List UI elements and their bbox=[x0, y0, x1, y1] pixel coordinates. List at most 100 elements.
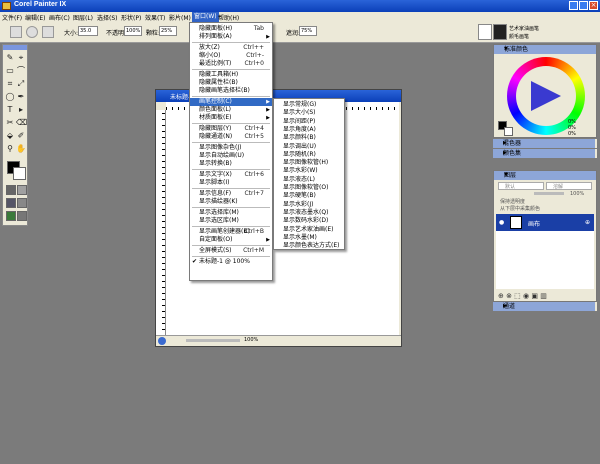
window-menu-item[interactable]: 显示脚本(I) bbox=[190, 179, 272, 187]
shape-select-icon[interactable]: ▸ bbox=[16, 105, 26, 115]
brush-submenu-item[interactable]: 显示颜色表达方式(E) bbox=[274, 242, 344, 250]
brush-submenu-item[interactable]: 显示图像软管(H) bbox=[274, 159, 344, 167]
window-menu-item[interactable]: 显示自动绘画(U) bbox=[190, 152, 272, 160]
pick-underlying-checkbox[interactable]: 从下层中采集颜色 bbox=[500, 205, 540, 212]
window-menu-item[interactable]: ✔ 未标题-1 @ 100% bbox=[190, 258, 272, 266]
clone-icon[interactable]: ✂ bbox=[5, 118, 15, 128]
window-menu-item[interactable]: 自定面板(O) ▶ bbox=[190, 236, 272, 244]
dropper-icon[interactable]: ⌖ bbox=[16, 53, 26, 63]
window-menu-item[interactable]: 隐藏图层(Y) Ctrl+4 bbox=[190, 125, 272, 133]
grabber-icon[interactable]: ✋ bbox=[16, 144, 26, 154]
window-menu-item[interactable]: 显示画笔创建器(B) Ctrl+B bbox=[190, 228, 272, 236]
brush-submenu-item[interactable]: 显示水墨(M) bbox=[274, 234, 344, 242]
paper-icon[interactable] bbox=[6, 185, 16, 195]
menu-effects[interactable]: 效果(T) bbox=[145, 13, 165, 22]
brush-variant-icon[interactable] bbox=[493, 24, 507, 40]
grain-field[interactable]: 25% bbox=[159, 26, 177, 36]
menu-select[interactable]: 选择(S) bbox=[97, 13, 118, 22]
brush-submenu-item[interactable]: 显示水彩(W) bbox=[274, 167, 344, 175]
brush-submenu-item[interactable]: 显示间距(P) bbox=[274, 118, 344, 126]
menu-file[interactable]: 文件(F) bbox=[2, 13, 22, 22]
window-menu-item[interactable]: 放大(Z) Ctrl++ bbox=[190, 44, 272, 52]
preserve-transparency-checkbox[interactable]: 保持透明度 bbox=[500, 198, 525, 205]
color-panel-header[interactable]: ▼ 标准颜色 bbox=[494, 45, 596, 54]
menu-canvas[interactable]: 画布(C) bbox=[49, 13, 70, 22]
crop-icon[interactable]: ⌗ bbox=[5, 79, 15, 89]
eyedropper-icon[interactable]: ✐ bbox=[16, 131, 26, 141]
dab-icon[interactable] bbox=[42, 26, 54, 38]
opacity-slider[interactable] bbox=[534, 192, 564, 195]
gradient-icon[interactable] bbox=[17, 185, 27, 195]
maximize-button[interactable] bbox=[579, 1, 588, 10]
saturation-triangle[interactable] bbox=[531, 81, 561, 111]
window-menu-item[interactable]: 显示转换(B) bbox=[190, 160, 272, 168]
window-menu-item[interactable]: 显示选择库(M) bbox=[190, 209, 272, 217]
window-menu-item[interactable]: 颜色面板(L) ▶ bbox=[190, 106, 272, 114]
minimize-button[interactable] bbox=[569, 1, 578, 10]
window-menu-item[interactable]: 最适比例(T) Ctrl+0 bbox=[190, 60, 272, 68]
eraser-icon[interactable]: ⌫ bbox=[16, 118, 27, 128]
additional-color-swatch[interactable] bbox=[13, 167, 26, 180]
menu-help[interactable]: 帮助(H) bbox=[218, 13, 239, 22]
window-menu-item[interactable]: 材质面板(E) ▶ bbox=[190, 114, 272, 122]
size-field[interactable]: 35.0 bbox=[78, 26, 98, 36]
menu-window[interactable]: 窗口(W) bbox=[192, 12, 219, 22]
window-menu-item[interactable]: 显示选区库(M) bbox=[190, 217, 272, 225]
brush-submenu-item[interactable]: 显示颜料(B) bbox=[274, 134, 344, 142]
brush-submenu-item[interactable]: 显示随机(R) bbox=[274, 151, 344, 159]
shape-icon[interactable]: ◯ bbox=[5, 92, 15, 102]
brush-submenu-item[interactable]: 显示液态墨水(Q) bbox=[274, 209, 344, 217]
pen-icon[interactable]: ✒ bbox=[16, 92, 26, 102]
window-menu-item[interactable]: 隐藏画笔选择栏(B) bbox=[190, 87, 272, 95]
rect-select-icon[interactable]: ▭ bbox=[5, 66, 15, 76]
brush-submenu-item[interactable]: 显示调出(U) bbox=[274, 143, 344, 151]
bucket-icon[interactable]: ⬙ bbox=[5, 131, 15, 141]
transform-icon[interactable]: ⤢ bbox=[16, 79, 26, 89]
opacity-field[interactable]: 100% bbox=[124, 26, 142, 36]
pattern-icon[interactable] bbox=[6, 198, 16, 208]
window-menu-item[interactable]: 隐藏工具箱(H) bbox=[190, 71, 272, 79]
layer-row-canvas[interactable]: ● 画布 ⊕ bbox=[496, 214, 594, 231]
nozzle-icon[interactable] bbox=[6, 211, 16, 221]
brush-submenu-item[interactable]: 显示大小(S) bbox=[274, 109, 344, 117]
brush-category-icon[interactable] bbox=[478, 24, 492, 40]
brush-submenu-item[interactable]: 显示水彩(J) bbox=[274, 201, 344, 209]
layer-actions-icons[interactable]: ⊕ ⊗ ⬚ ◉ ▣ ▥ bbox=[498, 292, 547, 300]
brush-submenu-item[interactable]: 显示角度(A) bbox=[274, 126, 344, 134]
mixer-panel[interactable]: ▶ 混色器 bbox=[493, 139, 597, 148]
zoom-slider[interactable] bbox=[186, 339, 240, 342]
close-icon[interactable]: × bbox=[589, 1, 598, 10]
brush-submenu-item[interactable]: 显示数码水彩(D) bbox=[274, 217, 344, 225]
globe-icon[interactable] bbox=[158, 337, 166, 345]
menu-movie[interactable]: 影片(M) bbox=[169, 13, 191, 22]
magnifier-icon[interactable]: ⚲ bbox=[5, 144, 15, 154]
window-menu-item[interactable]: 显示文字(X) Ctrl+6 bbox=[190, 171, 272, 179]
window-menu-item[interactable]: 全屏模式(S) Ctrl+M bbox=[190, 247, 272, 255]
eye-icon[interactable]: ● bbox=[499, 219, 504, 226]
window-menu-item[interactable]: 画笔控制(C) ▶ bbox=[190, 98, 272, 106]
window-menu-item[interactable]: 隐藏面板(H) Tab bbox=[190, 25, 272, 33]
lasso-icon[interactable]: ⌒ bbox=[16, 66, 26, 76]
resat-field[interactable]: 75% bbox=[299, 26, 317, 36]
brush-submenu-item[interactable]: 显示常规(G) bbox=[274, 101, 344, 109]
window-menu-item[interactable]: 隐藏通道(N) Ctrl+5 bbox=[190, 133, 272, 141]
brush-submenu-item[interactable]: 显示艺术家油画(E) bbox=[274, 226, 344, 234]
brush-submenu-item[interactable]: 显示硬笔(B) bbox=[274, 192, 344, 200]
window-menu-item[interactable]: 显示描绘器(K) bbox=[190, 198, 272, 206]
menu-shapes[interactable]: 形状(P) bbox=[121, 13, 141, 22]
channels-panel[interactable]: ▶ 通道 bbox=[493, 302, 597, 311]
window-menu-item[interactable]: 显示信息(F) Ctrl+7 bbox=[190, 190, 272, 198]
window-menu-item[interactable]: 缩小(O) Ctrl+- bbox=[190, 52, 272, 60]
text-icon[interactable]: T bbox=[5, 105, 15, 115]
weave-icon[interactable] bbox=[17, 198, 27, 208]
brush-tool-icon[interactable] bbox=[10, 26, 22, 38]
look-icon[interactable] bbox=[17, 211, 27, 221]
menu-edit[interactable]: 编辑(E) bbox=[25, 13, 45, 22]
brush-submenu-item[interactable]: 显示液态(L) bbox=[274, 176, 344, 184]
composite-method-select[interactable]: 默认 bbox=[498, 182, 544, 190]
composite-depth-select[interactable]: 溶解 bbox=[546, 182, 592, 190]
window-menu-item[interactable]: 显示图像杂色(J) bbox=[190, 144, 272, 152]
window-menu-item[interactable]: 排列面板(A) ▶ bbox=[190, 33, 272, 41]
window-menu-item[interactable]: 隐藏属性栏(B) bbox=[190, 79, 272, 87]
secondary-swatch[interactable] bbox=[504, 127, 513, 136]
